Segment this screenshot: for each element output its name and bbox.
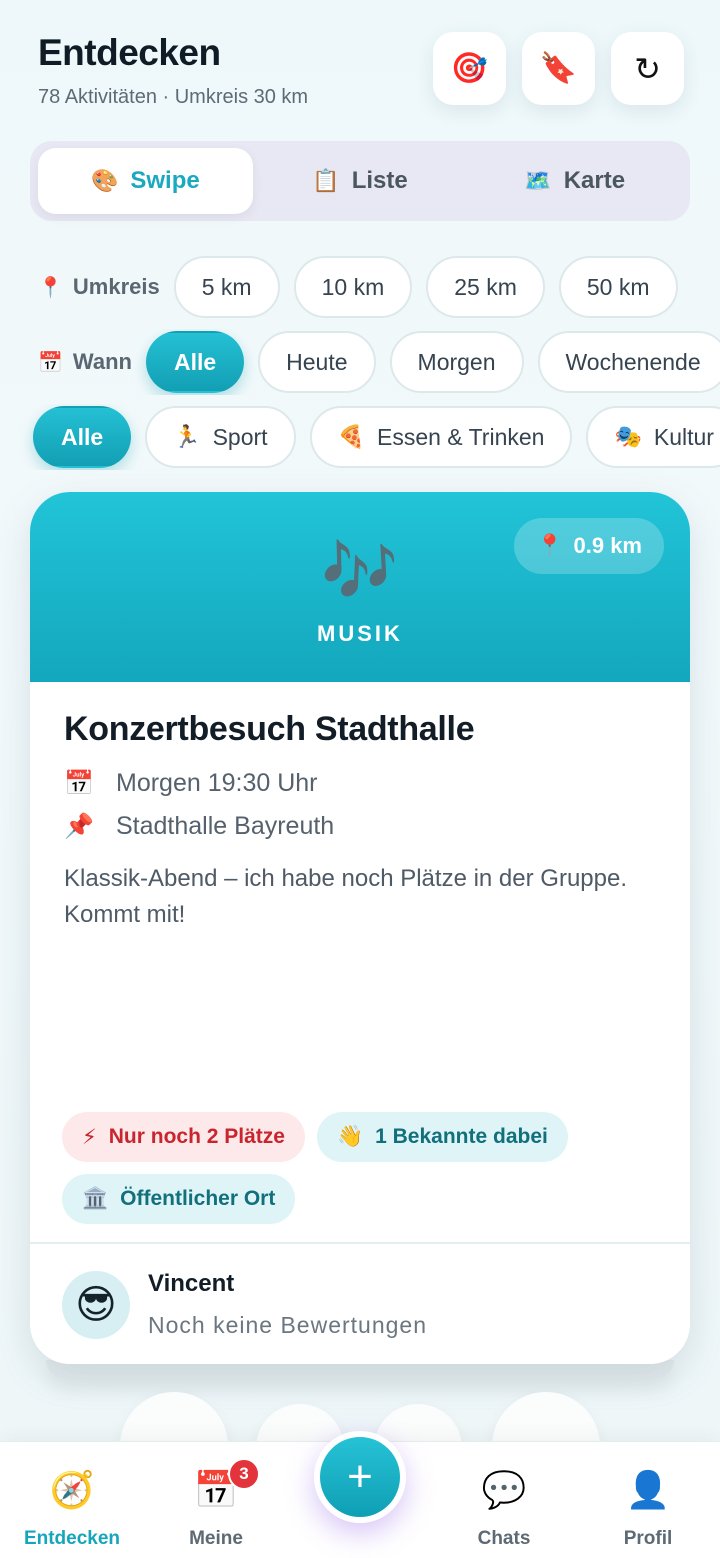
page-subtitle: 78 Aktivitäten · Umkreis 30 km — [38, 86, 309, 108]
music-notes-icon: 🎶 — [321, 537, 399, 606]
page-title: Entdecken — [38, 32, 221, 73]
nav-profil[interactable]: 👤 Profil — [588, 1468, 708, 1550]
tag-label: Öffentlicher Ort — [120, 1187, 276, 1210]
chat-bubble-icon: 💬 — [481, 1469, 527, 1510]
tag-label: 1 Bekannte dabei — [375, 1125, 548, 1148]
distance-value: 0.9 km — [573, 533, 643, 558]
page-header: Entdecken 78 Aktivitäten · Umkreis 30 km — [38, 32, 308, 109]
theater-masks-icon: 🎭 — [614, 424, 642, 449]
card-hero: 🎶 MUSIK 📍 0.9 km — [30, 492, 690, 682]
activity-description: Klassik-Abend – ich habe noch Plätze in … — [64, 865, 628, 928]
tag-public-place: 🏛️ Öffentlicher Ort — [62, 1174, 296, 1224]
pin-icon: 📍 — [38, 276, 63, 299]
nav-label: Entdecken — [23, 1528, 121, 1549]
target-button[interactable]: 🎯 — [433, 32, 506, 105]
distance-badge: 📍 0.9 km — [514, 518, 664, 574]
when-chip-heute[interactable]: Heute — [258, 331, 376, 393]
nav-label: Meine — [189, 1528, 243, 1549]
calendar-icon: 📅 — [64, 770, 94, 797]
chip-label: Kultur — [653, 423, 714, 450]
chip-label: Sport — [212, 423, 268, 450]
tab-karte[interactable]: 🗺️ Karte — [467, 148, 682, 214]
host-info[interactable]: 😎 Vincent Noch keine Bewertungen — [62, 1270, 427, 1339]
nav-label: Profil — [623, 1528, 673, 1549]
radius-chip[interactable]: 5 km — [173, 256, 280, 318]
radius-filter-row: 📍 Umkreis 5 km 10 km 25 km 50 km — [0, 254, 720, 320]
when-chip-morgen[interactable]: Morgen — [389, 331, 524, 393]
card-divider — [30, 1242, 690, 1244]
building-icon: 🏛️ — [82, 1187, 109, 1210]
tab-label: Swipe — [130, 167, 200, 194]
activity-card[interactable]: 🎶 MUSIK 📍 0.9 km Konzertbesuch Stadthall… — [30, 492, 690, 1364]
notification-badge: 3 — [228, 1458, 260, 1490]
when-chip-wochenende[interactable]: Wochenende — [537, 331, 720, 393]
bookmark-icon: 🔖 — [539, 52, 578, 85]
pizza-icon: 🍕 — [337, 424, 365, 449]
tab-liste[interactable]: 📋 Liste — [253, 148, 468, 214]
when-label: 📅 Wann — [38, 349, 132, 375]
palette-icon: 🎨 — [90, 168, 119, 193]
host-rating: Noch keine Bewertungen — [148, 1312, 427, 1338]
refresh-button[interactable]: ↻ — [611, 32, 684, 105]
refresh-icon: ↻ — [634, 50, 661, 87]
tag-label: Nur noch 2 Plätze — [108, 1125, 285, 1148]
category-chip-essen[interactable]: 🍕 Essen & Trinken — [309, 406, 573, 468]
radius-label: 📍 Umkreis — [38, 274, 160, 300]
radius-label-text: Umkreis — [72, 274, 160, 299]
when-label-text: Wann — [72, 349, 132, 374]
location-text: Stadthalle Bayreuth — [116, 812, 335, 840]
clipboard-icon: 📋 — [312, 168, 340, 193]
activity-datetime: 📅 Morgen 19:30 Uhr — [64, 769, 656, 798]
tab-label: Karte — [563, 167, 626, 194]
radius-chip[interactable]: 25 km — [426, 256, 545, 318]
tag-friends: 👋 1 Bekannte dabei — [316, 1112, 568, 1162]
radius-chip[interactable]: 50 km — [558, 256, 678, 318]
card-category: MUSIK — [317, 621, 403, 646]
activity-tags: ⚡ Nur noch 2 Plätze 👋 1 Bekannte dabei 🏛… — [62, 1112, 662, 1224]
bookmark-button[interactable]: 🔖 — [522, 32, 595, 105]
category-filter-row: Alle 🏃 Sport 🍕 Essen & Trinken 🎭 Kultur — [0, 404, 720, 470]
tab-swipe[interactable]: 🎨 Swipe — [38, 148, 253, 214]
card-body: Konzertbesuch Stadthalle 📅 Morgen 19:30 … — [30, 682, 690, 933]
when-filter-row: 📅 Wann Alle Heute Morgen Wochenende — [0, 329, 720, 395]
avatar: 😎 — [62, 1270, 130, 1339]
category-chip-sport[interactable]: 🏃 Sport — [145, 406, 296, 468]
map-icon: 🗺️ — [524, 168, 552, 193]
category-chip-kultur[interactable]: 🎭 Kultur — [586, 406, 720, 468]
tab-label: Liste — [351, 167, 408, 194]
datetime-text: Morgen 19:30 Uhr — [116, 769, 318, 797]
calendar-icon: 📅 — [38, 351, 63, 374]
lightning-icon: ⚡ — [82, 1125, 97, 1149]
target-icon: 🎯 — [450, 52, 489, 85]
user-icon: 👤 — [625, 1469, 671, 1510]
waving-hand-icon: 👋 — [336, 1125, 364, 1148]
host-name: Vincent — [148, 1270, 235, 1297]
nav-meine[interactable]: 📅 3 Meine — [156, 1458, 276, 1550]
pushpin-icon: 📌 — [64, 813, 94, 840]
pin-icon: 📍 — [536, 533, 564, 558]
nav-label: Chats — [477, 1528, 531, 1549]
radius-chip[interactable]: 10 km — [293, 256, 413, 318]
header-actions: 🎯 🔖 ↻ — [433, 32, 684, 105]
compass-icon: 🧭 — [49, 1469, 95, 1510]
runner-icon: 🏃 — [173, 424, 201, 449]
chip-label: Essen & Trinken — [376, 423, 545, 450]
activity-location: 📌 Stadthalle Bayreuth — [64, 812, 656, 841]
view-switcher: 🎨 Swipe 📋 Liste 🗺️ Karte — [30, 141, 690, 221]
tag-few-spots: ⚡ Nur noch 2 Plätze — [62, 1112, 305, 1162]
create-activity-button[interactable]: + — [314, 1431, 406, 1523]
when-chip-alle[interactable]: Alle — [145, 331, 245, 393]
nav-chats[interactable]: 💬 Chats — [444, 1468, 564, 1550]
activity-title: Konzertbesuch Stadthalle — [64, 710, 475, 748]
category-chip-alle[interactable]: Alle — [33, 406, 132, 468]
nav-entdecken[interactable]: 🧭 Entdecken — [12, 1468, 132, 1550]
